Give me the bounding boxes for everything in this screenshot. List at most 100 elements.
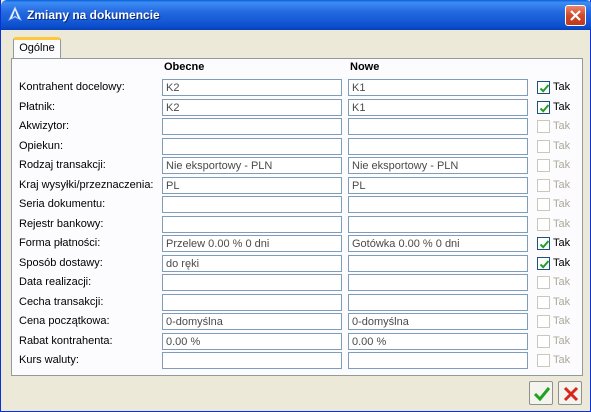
current-field-kurs-waluty — [162, 352, 342, 369]
label-kurs-waluty: Kurs waluty: — [19, 354, 79, 366]
checkbox-sposob-dostawy[interactable] — [537, 257, 550, 270]
tab-ogolne[interactable]: Ogólne — [13, 37, 61, 59]
checkbox-kontrahent-docelowy[interactable] — [537, 81, 550, 94]
checkbox-label-rejestr-bankowy[interactable]: Tak — [553, 218, 570, 230]
current-field-seria-dokumentu — [162, 196, 342, 213]
row-seria-dokumentu: Seria dokumentu: Tak — [1, 196, 591, 214]
label-rabat-kontrahenta: Rabat kontrahenta: — [19, 335, 113, 347]
column-header-current: Obecne — [164, 61, 205, 73]
row-forma-platnosci: Forma płatności: Przelew 0.00 % 0 dni Gotó… — [1, 235, 591, 253]
checkbox-seria-dokumentu[interactable] — [537, 198, 550, 211]
new-field-rejestr-bankowy[interactable] — [348, 216, 528, 233]
current-field-rabat-kontrahenta: 0.00 % — [162, 333, 342, 350]
close-button[interactable] — [565, 5, 586, 26]
new-field-rodzaj-transakcji[interactable]: Nie eksportowy - PLN — [348, 157, 528, 174]
row-sposob-dostawy: Sposób dostawy: do ręki Tak — [1, 255, 591, 273]
row-kontrahent-docelowy: Kontrahent docelowy: K2 K1 Tak — [1, 79, 591, 97]
current-field-sposob-dostawy: do ręki — [162, 255, 342, 272]
row-opiekun: Opiekun: Tak — [1, 138, 591, 156]
current-field-forma-platnosci: Przelew 0.00 % 0 dni — [162, 235, 342, 252]
label-cecha-transakcji: Cecha transakcji: — [19, 296, 104, 308]
column-header-new: Nowe — [350, 61, 380, 73]
checkbox-data-realizacji[interactable] — [537, 276, 550, 289]
title-bar[interactable]: Zmiany na dokumencie — [1, 0, 591, 30]
checkbox-akwizytor[interactable] — [537, 120, 550, 133]
new-field-data-realizacji[interactable] — [348, 274, 528, 291]
current-field-opiekun — [162, 138, 342, 155]
checkbox-label-data-realizacji[interactable]: Tak — [553, 276, 570, 288]
new-field-akwizytor[interactable] — [348, 118, 528, 135]
row-rabat-kontrahenta: Rabat kontrahenta: 0.00 % 0.00 % Tak — [1, 333, 591, 351]
checkbox-label-platnik[interactable]: Tak — [553, 101, 570, 113]
new-field-platnik[interactable]: K1 — [348, 99, 528, 116]
checkbox-label-cecha-transakcji[interactable]: Tak — [553, 296, 570, 308]
app-logo-icon — [7, 6, 23, 22]
new-field-cecha-transakcji[interactable] — [348, 294, 528, 311]
current-field-platnik: K2 — [162, 99, 342, 116]
new-field-kontrahent-docelowy[interactable]: K1 — [348, 79, 528, 96]
row-akwizytor: Akwizytor: Tak — [1, 118, 591, 136]
new-field-cena-poczatkowa[interactable]: 0-domyślna — [348, 313, 528, 330]
label-seria-dokumentu: Seria dokumentu: — [19, 198, 106, 210]
checkbox-rejestr-bankowy[interactable] — [537, 218, 550, 231]
current-field-cena-poczatkowa: 0-domyślna — [162, 313, 342, 330]
checkbox-label-rodzaj-transakcji[interactable]: Tak — [553, 159, 570, 171]
checkbox-label-kraj-wysylki-przeznaczenia[interactable]: Tak — [553, 179, 570, 191]
checkbox-forma-platnosci[interactable] — [537, 237, 550, 250]
row-cecha-transakcji: Cecha transakcji: Tak — [1, 294, 591, 312]
current-field-rodzaj-transakcji: Nie eksportowy - PLN — [162, 157, 342, 174]
checkbox-cecha-transakcji[interactable] — [537, 296, 550, 309]
checkbox-label-rabat-kontrahenta[interactable]: Tak — [553, 335, 570, 347]
checkbox-label-sposob-dostawy[interactable]: Tak — [553, 257, 570, 269]
checkbox-opiekun[interactable] — [537, 140, 550, 153]
checkmark-icon — [533, 387, 551, 402]
row-rejestr-bankowy: Rejestr bankowy: Tak — [1, 216, 591, 234]
checkbox-label-forma-platnosci[interactable]: Tak — [553, 237, 570, 249]
new-field-forma-platnosci[interactable]: Gotówka 0.00 % 0 dni — [348, 235, 528, 252]
current-field-data-realizacji — [162, 274, 342, 291]
checkbox-kurs-waluty[interactable] — [537, 354, 550, 367]
checkbox-label-seria-dokumentu[interactable]: Tak — [553, 198, 570, 210]
checkbox-kraj-wysylki-przeznaczenia[interactable] — [537, 179, 550, 192]
label-rejestr-bankowy: Rejestr bankowy: — [19, 218, 104, 230]
checkbox-platnik[interactable] — [537, 101, 550, 114]
new-field-rabat-kontrahenta[interactable]: 0.00 % — [348, 333, 528, 350]
new-field-kurs-waluty[interactable] — [348, 352, 528, 369]
checkbox-cena-poczatkowa[interactable] — [537, 315, 550, 328]
label-data-realizacji: Data realizacji: — [19, 276, 92, 288]
checkbox-rodzaj-transakcji[interactable] — [537, 159, 550, 172]
label-sposob-dostawy: Sposób dostawy: — [19, 257, 103, 269]
label-platnik: Płatnik: — [19, 101, 56, 113]
checkbox-label-kurs-waluty[interactable]: Tak — [553, 354, 570, 366]
cross-icon — [563, 386, 579, 402]
checkbox-label-opiekun[interactable]: Tak — [553, 140, 570, 152]
new-field-sposob-dostawy[interactable] — [348, 255, 528, 272]
current-field-kontrahent-docelowy: K2 — [162, 79, 342, 96]
label-akwizytor: Akwizytor: — [19, 120, 70, 132]
ok-button[interactable] — [529, 381, 553, 405]
checkbox-label-kontrahent-docelowy[interactable]: Tak — [553, 81, 570, 93]
new-field-kraj-wysylki-przeznaczenia[interactable]: PL — [348, 177, 528, 194]
checkmark-icon — [539, 84, 550, 93]
dialog-window: Zmiany na dokumencie Ogólne Obecne Nowe … — [0, 0, 591, 412]
current-field-cecha-transakcji — [162, 294, 342, 311]
row-kurs-waluty: Kurs waluty: Tak — [1, 352, 591, 370]
checkbox-label-cena-poczatkowa[interactable]: Tak — [553, 315, 570, 327]
row-cena-poczatkowa: Cena początkowa: 0-domyślna 0-domyślna Ta… — [1, 313, 591, 331]
checkbox-rabat-kontrahenta[interactable] — [537, 335, 550, 348]
label-kontrahent-docelowy: Kontrahent docelowy: — [19, 81, 125, 93]
checkmark-icon — [539, 104, 550, 113]
label-opiekun: Opiekun: — [19, 140, 64, 152]
checkbox-label-akwizytor[interactable]: Tak — [553, 120, 570, 132]
label-forma-platnosci: Forma płatności: — [19, 237, 101, 249]
row-platnik: Płatnik: K2 K1 Tak — [1, 99, 591, 117]
label-rodzaj-transakcji: Rodzaj transakcji: — [19, 159, 106, 171]
new-field-seria-dokumentu[interactable] — [348, 196, 528, 213]
new-field-opiekun[interactable] — [348, 138, 528, 155]
current-field-kraj-wysylki-przeznaczenia: PL — [162, 177, 342, 194]
row-kraj-wysylki-przeznaczenia: Kraj wysyłki/przeznaczenia: PL PL Tak — [1, 177, 591, 195]
current-field-akwizytor — [162, 118, 342, 135]
label-kraj-wysylki-przeznaczenia: Kraj wysyłki/przeznaczenia: — [19, 179, 154, 191]
cancel-button[interactable] — [558, 381, 582, 405]
checkmark-icon — [539, 240, 550, 249]
